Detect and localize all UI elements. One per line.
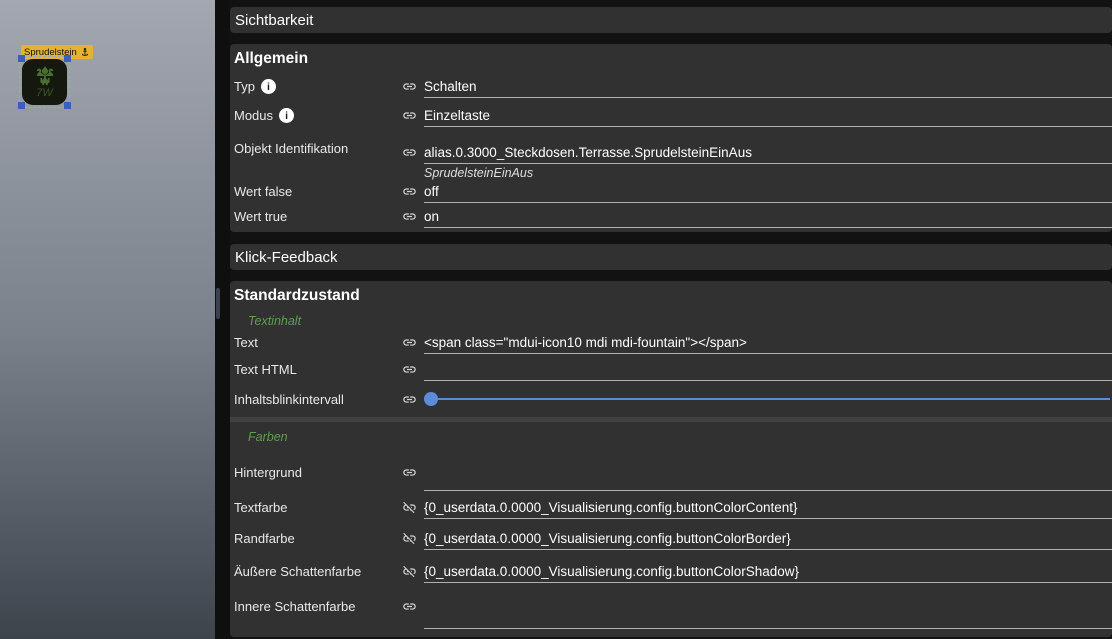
- field-label: Typ: [234, 79, 255, 94]
- field-label: Modus: [234, 108, 273, 123]
- field-row-wert-false: Wert false off: [234, 182, 1112, 203]
- field-label: Wert false: [234, 184, 292, 199]
- blink-interval-slider[interactable]: [424, 391, 1110, 407]
- objekt-id-name: SprudelsteinEinAus: [424, 166, 1112, 180]
- field-row-inhaltsblinkintervall: Inhaltsblinkintervall: [234, 381, 1112, 417]
- field-row-textfarbe: Textfarbe {0_userdata.0.0000_Visualisier…: [234, 491, 1112, 519]
- canvas-preview[interactable]: Sprudelstein 7W: [0, 0, 215, 639]
- link-icon[interactable]: [402, 209, 424, 228]
- field-row-text: Text <span class="mdui-icon10 mdi mdi-fo…: [234, 329, 1112, 354]
- field-row-aeussere-schattenfarbe: Äußere Schattenfarbe {0_userdata.0.0000_…: [234, 550, 1112, 583]
- link-icon[interactable]: [402, 108, 424, 127]
- wert-false-input[interactable]: off: [424, 184, 1112, 203]
- field-row-randfarbe: Randfarbe {0_userdata.0.0000_Visualisier…: [234, 519, 1112, 550]
- widget-sprudelstein[interactable]: 7W: [22, 59, 67, 105]
- field-row-hintergrund: Hintergrund: [234, 453, 1112, 491]
- link-icon[interactable]: [402, 145, 424, 164]
- field-label: Textfarbe: [234, 500, 287, 515]
- group-title: Standardzustand: [234, 285, 1112, 307]
- widget-button[interactable]: 7W: [22, 59, 67, 105]
- selection-handle[interactable]: [18, 55, 25, 62]
- modus-input[interactable]: Einzeltaste: [424, 108, 1112, 127]
- subgroup-textinhalt: Textinhalt: [248, 313, 1112, 329]
- text-input[interactable]: <span class="mdui-icon10 mdi mdi-fountai…: [424, 335, 1112, 354]
- field-row-objekt-identifikation: Objekt Identifikation alias.0.3000_Steck…: [234, 127, 1112, 164]
- field-row-innere-schattenfarbe: Innere Schattenfarbe: [234, 583, 1112, 629]
- selection-handle[interactable]: [18, 102, 25, 109]
- field-row-text-html: Text HTML: [234, 354, 1112, 381]
- group-title: Allgemein: [234, 48, 1112, 70]
- link-off-icon[interactable]: [402, 500, 424, 519]
- field-label: Wert true: [234, 209, 287, 224]
- field-row-modus: Modusi Einzeltaste: [234, 98, 1112, 127]
- field-row-typ: Typi Schalten: [234, 70, 1112, 98]
- objekt-id-subrow: SprudelsteinEinAus: [234, 164, 1112, 182]
- section-header-klick-feedback[interactable]: Klick-Feedback: [230, 244, 1112, 270]
- link-icon[interactable]: [402, 79, 424, 98]
- section-title: Klick-Feedback: [235, 249, 338, 266]
- slider-thumb[interactable]: [424, 392, 438, 406]
- info-icon[interactable]: i: [279, 108, 294, 123]
- info-icon[interactable]: i: [261, 79, 276, 94]
- hintergrund-input[interactable]: [424, 453, 1112, 491]
- objekt-id-input[interactable]: alias.0.3000_Steckdosen.Terrasse.Sprudel…: [424, 145, 1112, 164]
- link-icon[interactable]: [402, 184, 424, 203]
- field-label: Text: [234, 335, 258, 350]
- selection-handle[interactable]: [64, 55, 71, 62]
- textfarbe-input[interactable]: {0_userdata.0.0000_Visualisierung.config…: [424, 500, 1112, 519]
- anchor-icon: [80, 47, 90, 57]
- field-label: Äußere Schattenfarbe: [234, 564, 361, 579]
- field-label: Hintergrund: [234, 465, 302, 480]
- wert-true-input[interactable]: on: [424, 209, 1112, 228]
- group-allgemein: Allgemein Typi Schalten Modusi Einzeltas…: [230, 44, 1112, 232]
- link-icon[interactable]: [402, 465, 424, 480]
- link-icon[interactable]: [402, 599, 424, 614]
- link-off-icon[interactable]: [402, 564, 424, 583]
- link-icon[interactable]: [402, 335, 424, 354]
- field-row-wert-true: Wert true on: [234, 203, 1112, 228]
- slider-track[interactable]: [424, 398, 1110, 400]
- settings-panel: Sichtbarkeit Allgemein Typi Schalten Mod…: [230, 0, 1112, 639]
- text-html-input[interactable]: [424, 364, 1112, 381]
- section-header-sichtbarkeit[interactable]: Sichtbarkeit: [230, 7, 1112, 33]
- link-off-icon[interactable]: [402, 531, 424, 550]
- field-label: Text HTML: [234, 362, 297, 377]
- aeussere-schattenfarbe-input[interactable]: {0_userdata.0.0000_Visualisierung.config…: [424, 564, 1112, 583]
- field-label: Innere Schattenfarbe: [234, 599, 355, 614]
- field-label: Randfarbe: [234, 531, 295, 546]
- group-divider: [230, 417, 1112, 422]
- randfarbe-input[interactable]: {0_userdata.0.0000_Visualisierung.config…: [424, 531, 1112, 550]
- group-standardzustand: Standardzustand Textinhalt Text <span cl…: [230, 281, 1112, 637]
- section-title: Sichtbarkeit: [235, 12, 313, 29]
- fountain-icon: [33, 65, 57, 87]
- field-label: Objekt Identifikation: [234, 141, 348, 156]
- selection-handle[interactable]: [64, 102, 71, 109]
- field-label: Inhaltsblinkintervall: [234, 392, 344, 407]
- panel-scrollbar[interactable]: [215, 0, 230, 639]
- scrollbar-thumb[interactable]: [216, 288, 220, 319]
- innere-schattenfarbe-input[interactable]: [424, 583, 1112, 629]
- typ-input[interactable]: Schalten: [424, 79, 1112, 98]
- link-icon[interactable]: [402, 392, 424, 407]
- widget-power-text: 7W: [36, 88, 53, 99]
- link-icon[interactable]: [402, 362, 424, 381]
- subgroup-farben: Farben: [248, 429, 1112, 445]
